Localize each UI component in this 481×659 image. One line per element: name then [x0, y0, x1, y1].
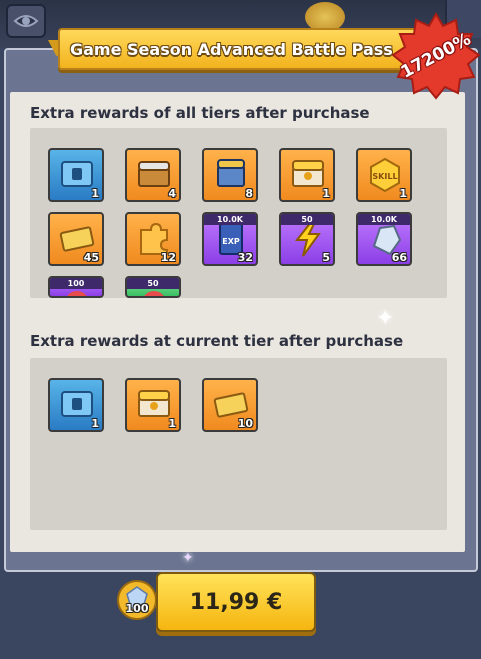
tile-quantity: 1 — [91, 187, 99, 200]
tile-quantity: 1 — [168, 417, 176, 430]
view-button[interactable] — [6, 4, 46, 38]
blue-crate-icon — [58, 156, 96, 190]
tile-cap-label: 10.0K — [358, 214, 410, 225]
premium-coin-icon — [117, 580, 157, 620]
reward-tile[interactable]: 1 — [279, 148, 335, 202]
blue-chest-icon — [212, 156, 250, 190]
tile-quantity: 66 — [391, 251, 407, 264]
reward-tile[interactable]: 1 — [48, 148, 104, 202]
sparkle-small-icon: ✦ — [182, 550, 194, 566]
reward-tile[interactable]: 50 — [125, 276, 181, 298]
svg-text:SKILL: SKILL — [372, 172, 397, 181]
reward-tile[interactable]: 10 — [202, 378, 258, 432]
tile-quantity: 1 — [322, 187, 330, 200]
reward-tile[interactable]: 1 — [48, 378, 104, 432]
price-label: 11,99 € — [189, 589, 283, 615]
wooden-chest-icon — [135, 156, 173, 190]
tile-cap-label: 10.0K — [204, 214, 256, 225]
section-title-current-tier: Extra rewards at current tier after purc… — [30, 332, 404, 350]
tile-quantity: 5 — [322, 251, 330, 264]
tile-cap-label: 50 — [127, 278, 179, 289]
gold-chest-icon — [135, 386, 173, 420]
reward-tile[interactable]: 100 — [48, 276, 104, 298]
diamond-ore-icon — [366, 220, 404, 256]
tile-quantity: 1 — [91, 417, 99, 430]
puzzle-piece-icon — [135, 220, 173, 255]
tile-quantity: 32 — [237, 251, 253, 264]
reward-tile[interactable]: 4 — [125, 148, 181, 202]
tile-cap-label: 50 — [281, 214, 333, 225]
lightning-icon — [289, 220, 327, 257]
reward-tile[interactable]: 10.0K 66 — [356, 212, 412, 266]
gold-chest-icon — [289, 156, 327, 190]
eye-icon — [13, 15, 39, 27]
reward-tile[interactable]: EXP 10.0K 32 — [202, 212, 258, 266]
title-banner: Game Season Advanced Battle Pass — [58, 28, 432, 70]
reward-tile[interactable]: 8 — [202, 148, 258, 202]
svg-text:EXP: EXP — [222, 237, 240, 246]
reward-tile[interactable]: 45 — [48, 212, 104, 266]
tile-quantity: 45 — [83, 251, 99, 264]
reward-tile[interactable]: 12 — [125, 212, 181, 266]
bonus-quantity: 100 — [125, 602, 149, 615]
reward-tile[interactable]: 1 — [125, 378, 181, 432]
blue-crate-icon — [58, 386, 96, 420]
tile-quantity: 12 — [160, 251, 176, 264]
purchase-button[interactable]: 11,99 € — [156, 572, 316, 632]
section-title-all-tiers: Extra rewards of all tiers after purchas… — [30, 104, 370, 122]
reward-tile[interactable]: 50 5 — [279, 212, 335, 266]
tile-quantity: 4 — [168, 187, 176, 200]
exp-book-icon: EXP — [212, 220, 250, 255]
gold-skill-coin-icon: SKILL — [366, 156, 404, 193]
gold-ticket-icon — [58, 220, 96, 254]
banner-title: Game Season Advanced Battle Pass — [70, 39, 393, 59]
gold-ticket-icon — [212, 386, 250, 420]
sparkle-icon: ✦ — [376, 306, 395, 331]
tile-quantity: 1 — [399, 187, 407, 200]
tile-quantity: 8 — [245, 187, 253, 200]
tile-quantity: 10 — [237, 417, 253, 430]
tile-cap-label: 100 — [50, 278, 102, 289]
reward-tile[interactable]: SKILL 1 — [356, 148, 412, 202]
